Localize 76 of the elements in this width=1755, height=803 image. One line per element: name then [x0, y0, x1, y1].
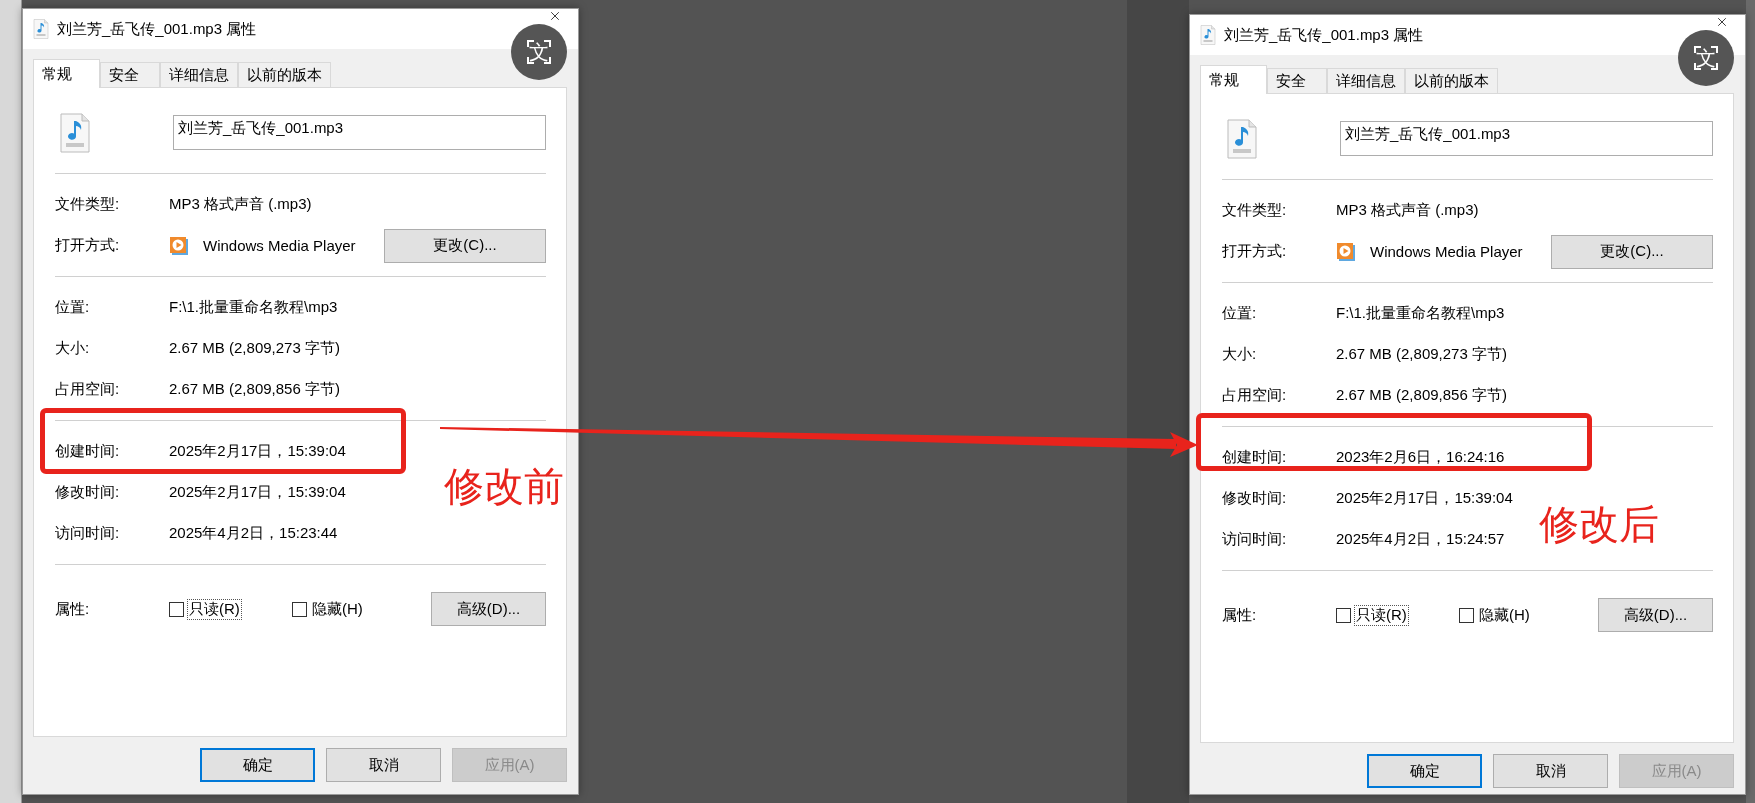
- field-value: F:\1.批量重命名教程\mp3: [1336, 304, 1505, 323]
- field-value: MP3 格式声音 (.mp3): [1336, 201, 1479, 220]
- tab[interactable]: 详细信息: [1327, 68, 1405, 94]
- field-value: F:\1.批量重命名教程\mp3: [169, 298, 338, 317]
- tab[interactable]: 常规: [33, 59, 100, 88]
- tab[interactable]: 以前的版本: [238, 62, 331, 88]
- field-label: 创建时间:: [1222, 448, 1288, 467]
- field-label: 大小:: [1222, 345, 1258, 364]
- close-button[interactable]: [548, 9, 562, 23]
- checkbox-label[interactable]: 只读(R): [188, 599, 241, 619]
- media-player-icon: [1336, 241, 1356, 262]
- frame-icon: [1694, 46, 1718, 70]
- checkbox-label[interactable]: 隐藏(H): [311, 599, 364, 619]
- checkbox[interactable]: [1459, 607, 1474, 623]
- field-value: MP3 格式声音 (.mp3): [169, 195, 312, 214]
- field-label: 访问时间:: [1222, 530, 1288, 549]
- file-name-field[interactable]: 刘兰芳_岳飞传_001.mp3: [173, 115, 546, 150]
- field-label: 位置:: [55, 298, 91, 317]
- annotation-label: 修改后: [1539, 504, 1659, 544]
- field-label: 创建时间:: [55, 442, 121, 461]
- field-label: 打开方式:: [1222, 242, 1288, 261]
- window-title: 刘兰芳_岳飞传_001.mp3 属性: [1224, 25, 1424, 45]
- dialog-button[interactable]: 确定: [200, 748, 315, 782]
- field-label: 属性:: [55, 599, 91, 619]
- file-name-field[interactable]: 刘兰芳_岳飞传_001.mp3: [1340, 121, 1713, 156]
- field-label: 占用空间:: [55, 380, 121, 399]
- field-value: 2.67 MB (2,809,856 字节): [169, 380, 340, 399]
- checkbox[interactable]: [292, 601, 307, 617]
- field-label: 属性:: [1222, 605, 1258, 625]
- change-button[interactable]: 更改(C)...: [1551, 234, 1713, 269]
- music-file-icon: [59, 112, 91, 153]
- music-file-icon: [33, 19, 49, 39]
- checkbox-label[interactable]: 只读(R): [1355, 605, 1408, 625]
- field-value: 2025年2月17日，15:39:04: [169, 483, 346, 502]
- field-value: 2.67 MB (2,809,856 字节): [1336, 386, 1507, 405]
- tab[interactable]: 安全: [1267, 68, 1327, 94]
- field-value: 2025年4月2日，15:24:57: [1336, 530, 1505, 549]
- checkbox-label[interactable]: 隐藏(H): [1478, 605, 1531, 625]
- music-file-icon: [1200, 25, 1216, 45]
- field-label: 位置:: [1222, 304, 1258, 323]
- advanced-button[interactable]: 高级(D)...: [431, 592, 546, 626]
- field-value: 2025年4月2日，15:23:44: [169, 524, 338, 543]
- translate-button[interactable]: 文: [1678, 30, 1734, 86]
- checkbox[interactable]: [1336, 607, 1351, 623]
- field-label: 文件类型:: [1222, 201, 1288, 220]
- tab[interactable]: 以前的版本: [1405, 68, 1498, 94]
- checkbox[interactable]: [169, 601, 184, 617]
- field-value: 2025年2月17日，15:39:04: [1336, 489, 1513, 508]
- change-button[interactable]: 更改(C)...: [384, 228, 546, 263]
- tab[interactable]: 详细信息: [160, 62, 238, 88]
- media-player-icon: [169, 235, 189, 256]
- field-value: 2.67 MB (2,809,273 字节): [169, 339, 340, 358]
- field-label: 大小:: [55, 339, 91, 358]
- field-label: 打开方式:: [55, 236, 121, 255]
- field-value: 2025年2月17日，15:39:04: [169, 442, 346, 461]
- translate-button[interactable]: 文: [511, 24, 567, 80]
- app-name: Windows Media Player: [1370, 243, 1524, 260]
- field-label: 修改时间:: [1222, 489, 1288, 508]
- music-file-icon: [1226, 118, 1258, 159]
- dialog-button[interactable]: 确定: [1367, 754, 1482, 788]
- field-label: 修改时间:: [55, 483, 121, 502]
- tab[interactable]: 安全: [100, 62, 160, 88]
- field-label: 文件类型:: [55, 195, 121, 214]
- app-name: Windows Media Player: [203, 237, 357, 254]
- close-button[interactable]: [1715, 15, 1729, 29]
- field-value: 2.67 MB (2,809,273 字节): [1336, 345, 1507, 364]
- frame-icon: [527, 40, 551, 64]
- field-label: 占用空间:: [1222, 386, 1288, 405]
- field-value: 2023年2月6日，16:24:16: [1336, 448, 1505, 467]
- annotation-label: 修改前: [444, 466, 564, 506]
- tab[interactable]: 常规: [1200, 65, 1267, 94]
- field-label: 访问时间:: [55, 524, 121, 543]
- advanced-button[interactable]: 高级(D)...: [1598, 598, 1713, 632]
- dialog-button[interactable]: 取消: [326, 748, 441, 782]
- dialog-button[interactable]: 取消: [1493, 754, 1608, 788]
- window-title: 刘兰芳_岳飞传_001.mp3 属性: [57, 19, 257, 39]
